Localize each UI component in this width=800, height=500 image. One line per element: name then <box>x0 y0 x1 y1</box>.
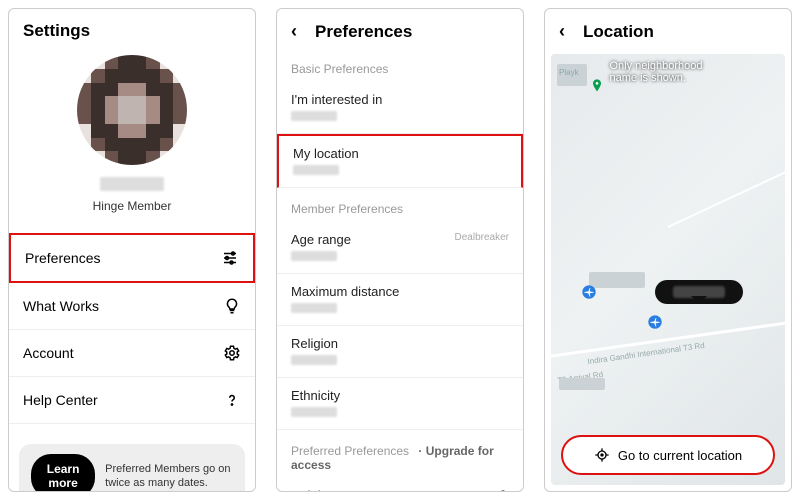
menu-account[interactable]: Account <box>9 330 255 377</box>
menu-help-center[interactable]: Help Center <box>9 377 255 424</box>
preferences-title: Preferences <box>315 22 412 42</box>
pref-my-location[interactable]: My location <box>277 134 523 188</box>
location-title: Location <box>583 22 654 42</box>
dealbreaker-label: Dealbreaker <box>455 232 509 243</box>
back-button[interactable]: ‹ <box>559 21 575 42</box>
learn-more-button[interactable]: Learn more <box>31 454 95 492</box>
bulb-icon <box>223 297 241 315</box>
promo-text: Preferred Members go on twice as many da… <box>105 462 233 491</box>
preferences-screen: ‹ Preferences Basic Preferences I'm inte… <box>276 8 524 492</box>
settings-list: Preferences What Works Account Help Cent… <box>9 233 255 424</box>
pref-height[interactable]: Height <box>277 478 523 492</box>
back-button[interactable]: ‹ <box>291 21 307 42</box>
sliders-icon <box>221 249 239 267</box>
profile-block: Hinge Member <box>9 47 255 229</box>
crosshair-icon <box>594 447 610 463</box>
settings-title: Settings <box>23 21 90 41</box>
pref-religion[interactable]: Religion <box>277 326 523 378</box>
map-pin-plane <box>581 284 597 300</box>
pref-max-distance[interactable]: Maximum distance <box>277 274 523 326</box>
location-screen: ‹ Location Only neighborhood name is sho… <box>544 8 792 492</box>
pref-interested-in[interactable]: I'm interested in <box>277 82 523 134</box>
promo-banner: Learn more Preferred Members go on twice… <box>19 444 245 492</box>
avatar[interactable] <box>77 55 187 165</box>
section-preferred: Preferred Preferences · Upgrade for acce… <box>277 430 523 478</box>
map-notice: Only neighborhood name is shown. <box>610 60 727 84</box>
gear-icon <box>223 344 241 362</box>
go-current-label: Go to current location <box>618 448 742 463</box>
menu-what-works[interactable]: What Works <box>9 283 255 330</box>
profile-name-blurred <box>100 177 164 191</box>
map-pin-green <box>589 78 605 94</box>
go-to-current-location-button[interactable]: Go to current location <box>561 435 775 475</box>
pref-age-range[interactable]: Dealbreaker Age range <box>277 222 523 274</box>
location-header: ‹ Location <box>545 9 791 48</box>
map[interactable]: Only neighborhood name is shown. Playk I… <box>551 54 785 485</box>
member-label: Hinge Member <box>93 199 172 213</box>
lock-icon <box>497 488 509 492</box>
location-tooltip <box>655 280 743 304</box>
map-park-label: Playk <box>559 68 579 77</box>
pref-ethnicity[interactable]: Ethnicity <box>277 378 523 430</box>
settings-header: Settings <box>9 9 255 47</box>
section-member: Member Preferences <box>277 188 523 222</box>
section-basic: Basic Preferences <box>277 48 523 82</box>
question-icon <box>223 391 241 409</box>
map-pin-plane <box>647 314 663 330</box>
menu-preferences[interactable]: Preferences <box>9 233 255 283</box>
settings-screen: Settings Hinge Member Preferences <box>8 8 256 492</box>
preferences-header: ‹ Preferences <box>277 9 523 48</box>
